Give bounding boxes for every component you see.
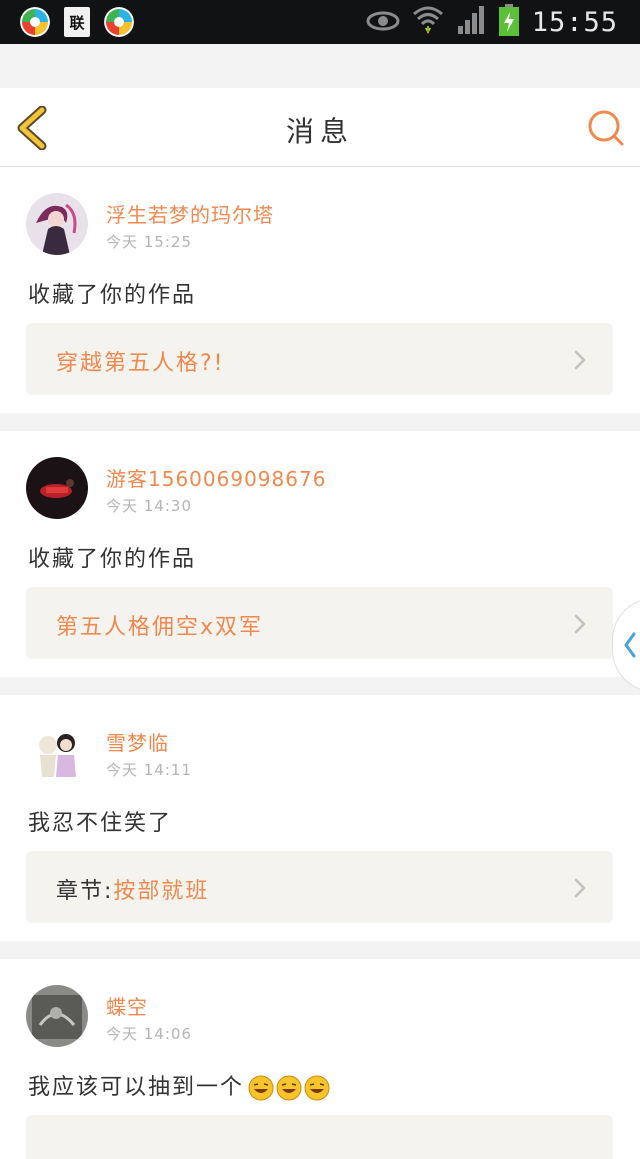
chevron-right-icon [574, 878, 586, 898]
message-card: 雪梦临 今天 14:11 我忍不住笑了 章节:按部就班 [0, 695, 640, 941]
username[interactable]: 蝶空 [106, 991, 148, 1020]
wifi-icon [412, 4, 444, 40]
work-link[interactable] [26, 1115, 613, 1159]
app-notification-icon [20, 7, 50, 37]
timestamp: 今天 15:25 [106, 233, 192, 251]
message-card: 游客1560069098676 今天 14:30 收藏了你的作品 第五人格佣空x… [0, 431, 640, 677]
work-title: 穿越第五人格?! [56, 351, 225, 376]
timestamp: 今天 14:11 [106, 761, 192, 779]
search-button[interactable] [586, 108, 626, 148]
chapter-title: 章节:按部就班 [56, 873, 209, 905]
chevron-right-icon [574, 350, 586, 370]
message-text: 我应该可以抽到一个 [28, 1069, 330, 1101]
eye-icon [366, 9, 400, 35]
system-icons: 15:55 [366, 4, 618, 40]
timestamp: 今天 14:30 [106, 497, 192, 515]
search-icon [588, 110, 624, 146]
avatar[interactable] [26, 721, 88, 783]
sim-card-icon: 联 [64, 7, 90, 37]
avatar[interactable] [26, 985, 88, 1047]
work-title: 第五人格佣空x双军 [56, 615, 264, 640]
message-body: 我应该可以抽到一个 [28, 1075, 245, 1100]
username[interactable]: 游客1560069098676 [106, 463, 326, 492]
laughing-emoji-icon [276, 1075, 302, 1101]
work-link[interactable]: 穿越第五人格?! [26, 323, 613, 395]
message-text: 收藏了你的作品 [28, 547, 197, 572]
chapter-name: 按部就班 [113, 879, 210, 904]
message-text: 收藏了你的作品 [28, 283, 197, 308]
notification-icons: 联 [20, 7, 134, 37]
chapter-link[interactable]: 章节:按部就班 [26, 851, 613, 923]
page-title: 消息 [285, 115, 354, 148]
app-notification-icon [104, 7, 134, 37]
username[interactable]: 雪梦临 [106, 727, 169, 756]
battery-icon [498, 4, 520, 40]
username[interactable]: 浮生若梦的玛尔塔 [106, 199, 274, 228]
message-card: 浮生若梦的玛尔塔 今天 15:25 收藏了你的作品 穿越第五人格?! [0, 167, 640, 413]
app-header: 消息 [0, 88, 640, 167]
avatar[interactable] [26, 193, 88, 255]
avatar[interactable] [26, 457, 88, 519]
laughing-emoji-icon [304, 1075, 330, 1101]
status-bar: 联 15:55 [0, 0, 640, 44]
signal-icon [456, 6, 486, 38]
clock: 15:55 [531, 6, 618, 38]
chevron-right-icon [574, 614, 586, 634]
sim-label: 联 [69, 14, 85, 32]
chapter-prefix: 章节: [56, 879, 114, 904]
laughing-emoji-icon [248, 1075, 274, 1101]
work-link[interactable]: 第五人格佣空x双军 [26, 587, 613, 659]
message-text: 我忍不住笑了 [28, 811, 173, 836]
emoji-group [248, 1075, 330, 1101]
chevron-left-icon [624, 632, 636, 658]
message-card: 蝶空 今天 14:06 我应该可以抽到一个 [0, 959, 640, 1159]
timestamp: 今天 14:06 [106, 1025, 192, 1043]
